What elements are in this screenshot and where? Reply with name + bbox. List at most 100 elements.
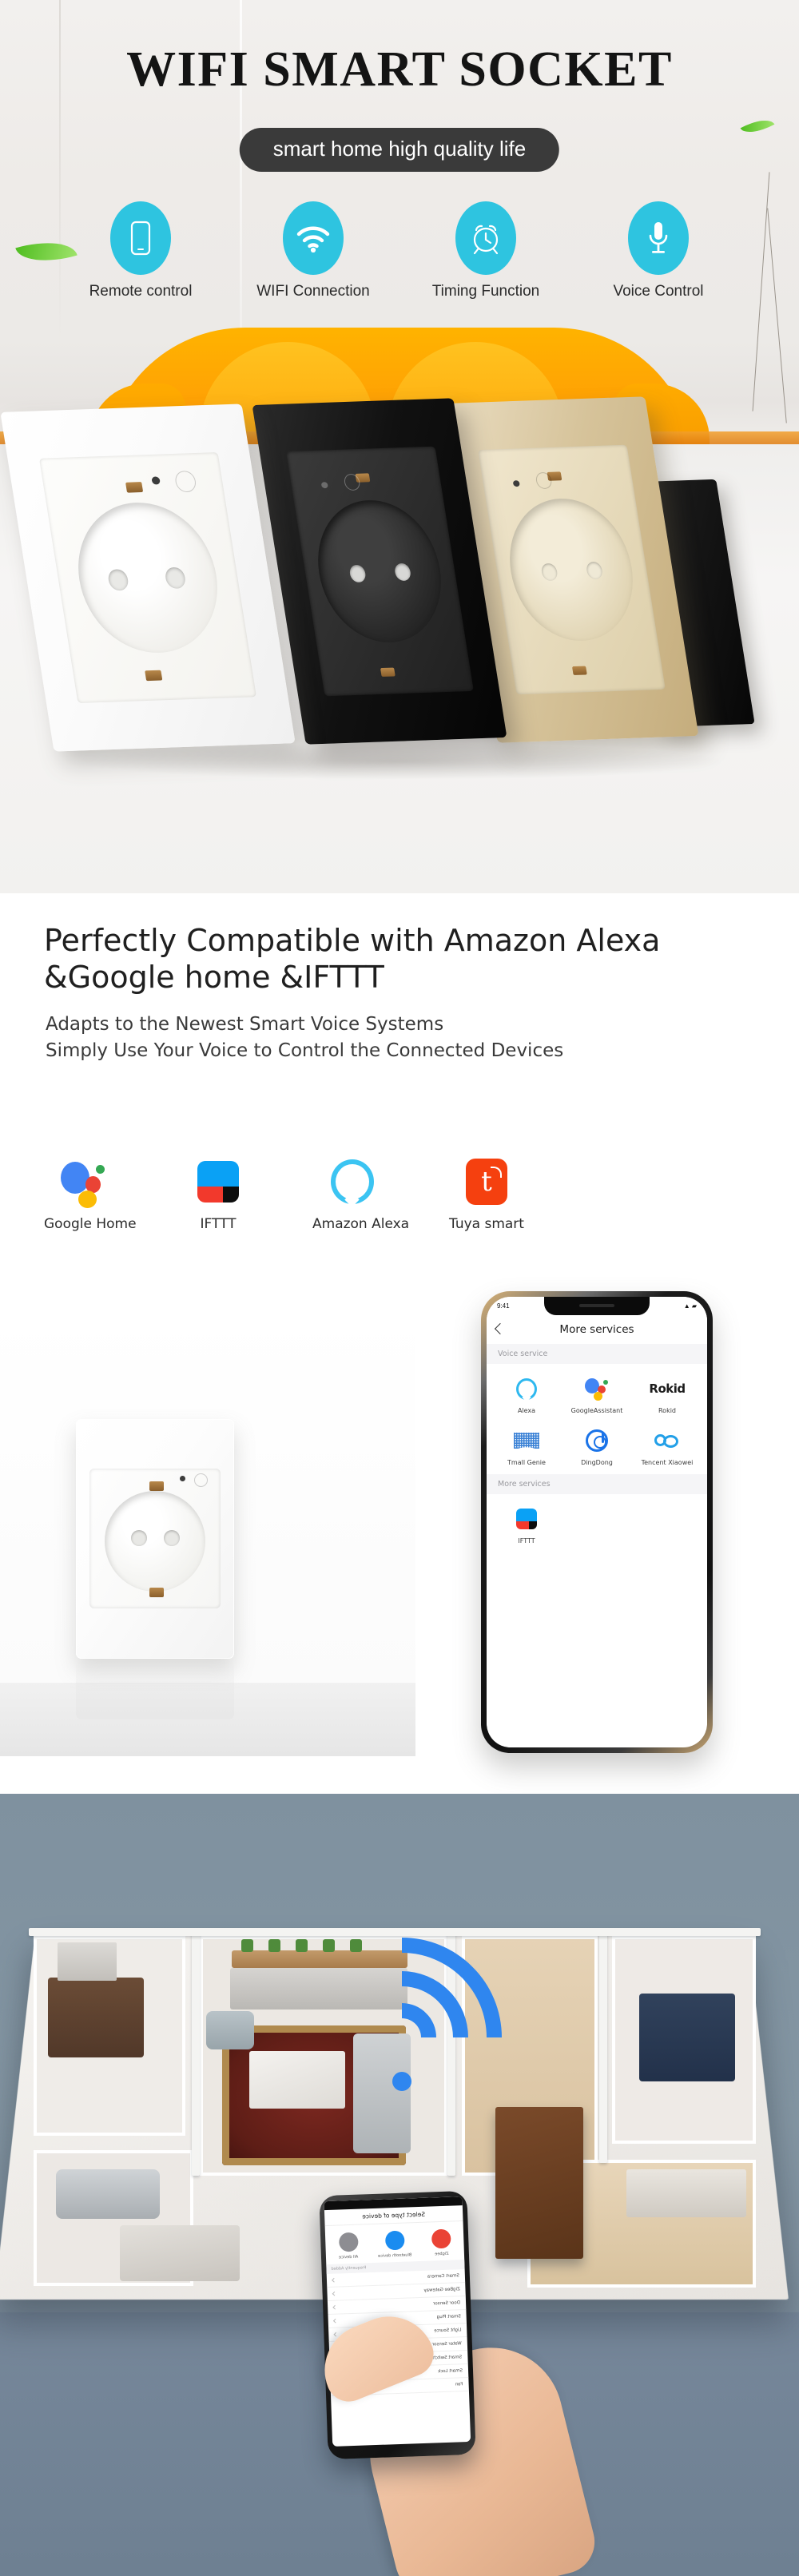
- bed-left: [48, 1978, 144, 2057]
- chevron-left-icon: [332, 2291, 337, 2296]
- plant-pot: [268, 1939, 280, 1952]
- app-header: More services: [487, 1315, 707, 1344]
- alarm-clock-icon: [473, 225, 499, 255]
- back-icon[interactable]: [494, 1322, 507, 1335]
- service-label: Tencent Xiaowei: [641, 1459, 694, 1466]
- phone-notch: [544, 1297, 650, 1315]
- socket-glass-panel: [76, 1419, 234, 1659]
- google-assistant-icon: [61, 1159, 107, 1208]
- tmall-genie-icon: [514, 1433, 539, 1449]
- brand-amazon-alexa: Amazon Alexa: [312, 1157, 410, 1232]
- exterior-wall-top: [29, 1928, 761, 1936]
- brand-tuya-smart: t Tuya smart: [447, 1157, 527, 1232]
- product-photo-white-socket: [0, 1309, 415, 1756]
- chevron-left-icon: [333, 2332, 339, 2337]
- chevron-left-icon: [332, 2304, 338, 2310]
- category-label: Bluetooth device: [378, 2252, 412, 2259]
- feature-voice-control: Voice Control: [594, 201, 722, 300]
- device-label: Door Sensor: [433, 2300, 461, 2307]
- feature-badge: [283, 201, 344, 275]
- service-item-alexa[interactable]: Alexa: [491, 1375, 562, 1414]
- armchair: [206, 2011, 254, 2049]
- feature-label: WIFI Connection: [256, 283, 370, 300]
- feature-remote-control: Remote control: [77, 201, 205, 300]
- compat-subheading: Adapts to the Newest Smart Voice Systems…: [46, 1012, 749, 1063]
- service-item-dingdong[interactable]: DingDong: [562, 1427, 632, 1466]
- service-item-rokid[interactable]: Rokid Rokid: [632, 1375, 702, 1414]
- chevron-left-icon: [332, 2277, 336, 2283]
- wardrobe: [495, 2107, 583, 2259]
- device-label: ZigBee Gateway: [423, 2287, 460, 2293]
- service-item-google-assistant[interactable]: GoogleAssistant: [562, 1375, 632, 1414]
- more-services-grid: IFTTT: [487, 1494, 707, 1559]
- feature-label: Remote control: [89, 283, 193, 300]
- app-title: More services: [559, 1323, 634, 1336]
- feature-badge: [110, 201, 171, 275]
- brand-logo-row: Google Home IFTTT Amazon Alexa t Tuya sm…: [44, 1157, 555, 1232]
- service-item-ifttt[interactable]: IFTTT: [491, 1505, 562, 1544]
- logo-mark: [312, 1157, 392, 1207]
- product-listing-page: WIFI SMART SOCKET smart home high qualit…: [0, 0, 799, 2576]
- brand-label: IFTTT: [200, 1216, 237, 1232]
- smartphone-icon: [130, 221, 151, 256]
- amazon-alexa-icon: [331, 1159, 374, 1204]
- category-all-device[interactable]: All device: [338, 2232, 359, 2260]
- service-label: GoogleAssistant: [570, 1407, 623, 1414]
- status-led-icon: [180, 1476, 186, 1481]
- logo-mark: [44, 1157, 124, 1208]
- hero-tagline-pill: smart home high quality life: [239, 128, 560, 172]
- service-label: IFTTT: [518, 1537, 535, 1544]
- device-label: Fan: [455, 2382, 463, 2387]
- zigbee-icon: [431, 2228, 451, 2249]
- device-label: Smart Camera: [427, 2273, 459, 2280]
- tencent-xiaowei-icon: [654, 1432, 680, 1449]
- device-label: Light Source: [433, 2328, 462, 2334]
- rokid-icon: Rokid: [649, 1381, 686, 1396]
- service-label: Alexa: [517, 1407, 536, 1414]
- phone-mockup-more-services: 9:41 ▲ ▰ More services Voice service Ale…: [481, 1291, 713, 1753]
- hero-section: WIFI SMART SOCKET smart home high qualit…: [0, 0, 799, 893]
- brand-label: Google Home: [44, 1216, 137, 1232]
- compat-heading: Perfectly Compatible with Amazon Alexa &…: [44, 922, 747, 996]
- category-label: Zigbee: [434, 2251, 449, 2257]
- product-shadow: [72, 743, 727, 780]
- leaf-icon-right: [740, 113, 775, 140]
- deer-wall-art: [58, 1942, 117, 1981]
- compat-heading-line2: &Google home &IFTTT: [44, 960, 384, 996]
- status-time: 9:41: [497, 1302, 510, 1310]
- service-item-tmall-genie[interactable]: Tmall Genie: [491, 1427, 562, 1466]
- page-title: WIFI SMART SOCKET: [126, 42, 673, 97]
- device-category-row: All device Bluetooth device Zigbee: [325, 2221, 465, 2264]
- category-label: All device: [339, 2254, 359, 2260]
- wifi-signal-overlay: [260, 1896, 543, 2179]
- earth-clip-bottom: [149, 1588, 165, 1597]
- kitchen-counter: [626, 2169, 746, 2217]
- interior-wall-a: [192, 1931, 200, 2176]
- microphone-icon: [649, 222, 668, 253]
- brand-ifttt: IFTTT: [178, 1157, 258, 1232]
- product-reflection: [76, 1660, 234, 1719]
- compat-sub-line1: Adapts to the Newest Smart Voice Systems: [46, 1014, 444, 1035]
- alexa-icon: [516, 1377, 537, 1400]
- plant-pot: [241, 1939, 253, 1952]
- dingdong-icon: [586, 1429, 608, 1452]
- compatibility-section: Perfectly Compatible with Amazon Alexa &…: [0, 893, 799, 1794]
- dining-table: [120, 2225, 240, 2281]
- google-assistant-icon: [585, 1377, 609, 1401]
- sofa-lower-left: [56, 2169, 160, 2219]
- compat-sub-line2: Simply Use Your Voice to Control the Con…: [46, 1040, 564, 1061]
- feature-wifi-connection: WIFI Connection: [249, 201, 377, 300]
- app-title: Select type of device: [362, 2210, 426, 2220]
- logo-mark: [178, 1157, 258, 1207]
- touch-power-button[interactable]: [194, 1473, 209, 1487]
- phone-screen: 9:41 ▲ ▰ More services Voice service Ale…: [487, 1297, 707, 1747]
- category-zigbee[interactable]: Zigbee: [431, 2228, 451, 2257]
- service-item-tencent-xiaowei[interactable]: Tencent Xiaowei: [632, 1427, 702, 1466]
- socket-recess: [105, 1491, 205, 1592]
- chevron-left-icon: [332, 2318, 338, 2324]
- category-bluetooth-device[interactable]: Bluetooth device: [377, 2230, 412, 2259]
- compat-heading-line1: Perfectly Compatible with Amazon Alexa: [44, 923, 661, 958]
- floorplan-section: Select type of device All device Bluetoo…: [0, 1794, 799, 2576]
- ifttt-icon: [516, 1509, 537, 1529]
- brand-label: Amazon Alexa: [312, 1216, 410, 1232]
